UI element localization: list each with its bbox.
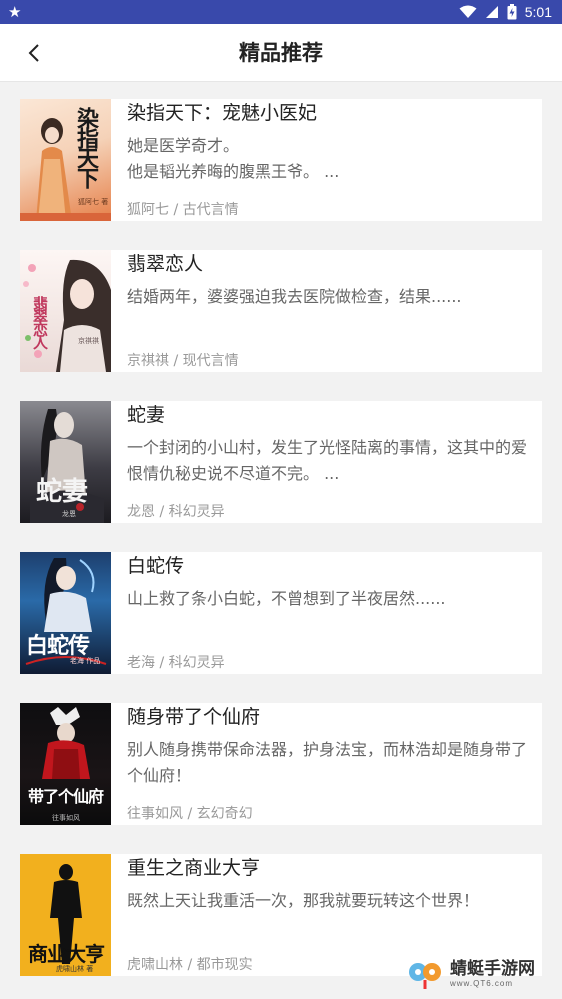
book-title: 随身带了个仙府	[127, 706, 261, 728]
book-description: 山上救了条小白蛇，不曾想到了半夜居然......	[127, 589, 446, 608]
book-meta: 老海 / 科幻灵异	[127, 655, 225, 671]
book-title: 重生之商业大亨	[127, 857, 261, 879]
watermark-url: www.QT6.com	[450, 978, 514, 988]
book-title: 白蛇传	[127, 555, 185, 577]
book-description: 既然上天让我重活一次，那我就要玩转这个世界！	[127, 891, 480, 910]
book-cover[interactable]: 白蛇传 老海 作品	[20, 552, 111, 674]
book-meta: 狐阿七 / 古代言情	[127, 202, 239, 218]
watermark: 蜻蜓手游网 www.QT6.com	[406, 953, 556, 993]
book-title: 蛇妻	[127, 404, 166, 426]
book-card[interactable]: 白蛇传 老海 作品 白蛇传 山上救了条小白蛇，不曾想到了半夜居然...... 老…	[20, 552, 542, 674]
cover-author: 往事如风	[52, 814, 80, 822]
book-card[interactable]: 蛇妻 龙恩 蛇妻 一个封闭的小山村，发生了光怪陆离的事情，这其中的爱恨情仇秘史说…	[20, 401, 542, 523]
cover-author: 龙恩	[62, 510, 76, 518]
star-icon: ★	[8, 3, 22, 21]
book-description: 结婚两年，婆婆强迫我去医院做检查，结果......	[127, 287, 462, 306]
book-card[interactable]: 带了个仙府 往事如风 随身带了个仙府 别人随身携带保命法器，护身法宝，而林浩却是…	[20, 703, 542, 825]
cover-title: 带了个仙府	[28, 787, 104, 806]
book-cover[interactable]: 翡翠恋人 京祺祺	[20, 250, 111, 372]
book-meta: 往事如风 / 玄幻奇幻	[127, 806, 253, 822]
book-description: 她是医学奇才。 他是韬光养晦的腹黑王爷。 ...	[127, 136, 340, 181]
wifi-icon	[459, 5, 477, 18]
book-description: 一个封闭的小山村，发生了光怪陆离的事情，这其中的爱恨情仇秘史说不尽道不完。 ..…	[127, 438, 528, 483]
cover-title: 商业大亨	[28, 942, 105, 966]
app-bar: 精品推荐	[0, 24, 562, 82]
cover-author: 京祺祺	[78, 337, 99, 345]
book-title: 染指天下：宠魅小医妃	[127, 102, 318, 124]
page-title: 精品推荐	[239, 41, 323, 65]
book-cover[interactable]: 商业大亨 虎啸山林 著	[20, 854, 111, 976]
cover-title: 蛇妻	[36, 477, 89, 507]
book-card[interactable]: 翡翠恋人 京祺祺 翡翠恋人 结婚两年，婆婆强迫我去医院做检查，结果...... …	[20, 250, 542, 372]
cover-title: 翡翠恋人	[31, 296, 49, 348]
status-time: 5:01	[524, 4, 552, 20]
book-meta: 京祺祺 / 现代言情	[127, 353, 239, 369]
book-cover[interactable]: 染指天下 狐阿七 著	[20, 99, 111, 221]
book-list: 染指天下 狐阿七 著 染指天下：宠魅小医妃 她是医学奇才。 他是韬光养晦的腹黑王…	[20, 99, 542, 999]
status-bar: ★ 5:01	[0, 0, 562, 24]
dragonfly-logo-icon	[409, 963, 441, 989]
book-cover[interactable]: 带了个仙府 往事如风	[20, 703, 111, 825]
book-meta: 龙恩 / 科幻灵异	[127, 504, 225, 520]
cover-author: 狐阿七 著	[78, 198, 109, 206]
book-title: 翡翠恋人	[127, 253, 204, 275]
cover-title: 染指天下	[73, 107, 99, 187]
cover-author: 老海 作品	[70, 657, 101, 665]
book-cover[interactable]: 蛇妻 龙恩	[20, 401, 111, 523]
book-meta: 虎啸山林 / 都市现实	[127, 957, 253, 973]
battery-icon	[507, 4, 517, 20]
cover-author: 虎啸山林 著	[56, 965, 94, 973]
watermark-text: 蜻蜓手游网	[450, 958, 535, 979]
book-card[interactable]: 染指天下 狐阿七 著 染指天下：宠魅小医妃 她是医学奇才。 他是韬光养晦的腹黑王…	[20, 99, 542, 221]
book-description: 别人随身携带保命法器，护身法宝，而林浩却是随身带了个仙府！	[127, 740, 528, 785]
signal-icon	[485, 6, 498, 18]
